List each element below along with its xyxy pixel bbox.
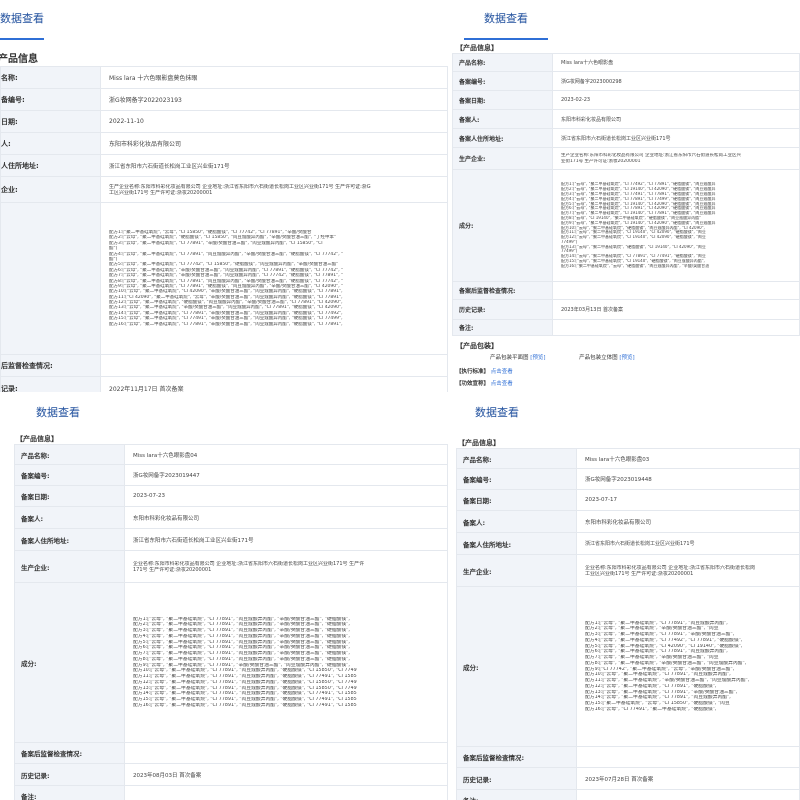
row-reg-date: 备案日期: 2023-07-17 <box>456 489 800 511</box>
row-filer-address: 备案人住所地址: 浙江省东阳市六石街道长松岗工业区兴业街171号 <box>14 528 448 551</box>
row-ingredients: 配方1:["聚二甲基硅氧烷", "云母", "CI 15850", "硬脂酸镁"… <box>0 202 448 355</box>
row-post-supervision: 备案后监督检查情况: <box>456 746 800 768</box>
row-producer: 生产企业: 企业名称:东阳市科彩化妆品有限公司 企业地址:浙江省东阳市六石街道长松… <box>456 554 800 587</box>
row-history: 历史记录: 2023年07月28日 首次备案 <box>456 767 800 790</box>
row-reg-date: 日期: 2022-11-10 <box>0 110 448 133</box>
row-reg-no: 备案编号: 浙G妆网备字2023000298 <box>452 71 800 91</box>
row-ingredients: 成分: 配方1:["云母", "聚二甲基硅氧烷", "CI 77891", "肉豆… <box>456 586 800 747</box>
formula-line: 配方16:["云母", "聚二甲基硅氧烷", "CI 77891", "肉豆蔻酸… <box>133 702 357 708</box>
row-producer: 企业: 生产企业名称:东阳市科彩化妆品有限公司 企业地址:浙江省东阳市六石街道长松… <box>0 176 448 203</box>
row-post-supervision: 备案后监督检查情况: <box>452 281 800 300</box>
row-filer-address: 备案人住所地址: 浙江省东阳市六石街道长松岗工业区兴业街171号 <box>452 128 800 148</box>
section-title: 【产品信息】 <box>456 44 498 52</box>
row-filer-address: 人住所地址: 浙江省东阳市六石街道长松岗工业区兴业街171号 <box>0 154 448 177</box>
section-title: 【产品信息】 <box>16 435 58 443</box>
row-reg-date: 备案日期: 2023-07-23 <box>14 485 448 507</box>
row-filer-address: 备案人住所地址: 浙江省东阳市六石街道长松岗工业区兴业街171号 <box>456 532 800 555</box>
package-stereo-preview-link[interactable]: [预览] <box>619 355 634 361</box>
package-images: 产品包装平面图 [预览] 产品包装立体图 [预览] <box>490 355 635 361</box>
row-product-name: 产品名称: Miss lara十六色眼影盘03 <box>456 448 800 469</box>
row-post-supervision: 后监督检查情况: <box>0 354 448 377</box>
formula-line: 配方16:["云母", "聚二甲基硅氧烷", "CI 77891", "辛酸/癸… <box>109 321 343 327</box>
data-view-tab[interactable]: 数据查看 <box>464 394 530 434</box>
record-panel-2: 数据查看 【产品信息】 产品名称: Miss lara十六色眼影盘 备案编号: 浙G… <box>450 0 800 392</box>
formula-line: 配方16:["聚二甲基硅氧烷", "云母", "硬脂酸镁", "肉豆蔻酸异丙酯"… <box>561 263 710 268</box>
row-note: 备注: <box>452 319 800 336</box>
row-history: 历史记录: 2023年08月03日 首次备案 <box>14 763 448 786</box>
row-filer: 人: 东阳市科彩化妆品有限公司 <box>0 132 448 155</box>
row-producer: 生产企业: 企业名称:东阳市科彩化妆品有限公司 企业地址:浙江省东阳市六石街道长松… <box>14 550 448 583</box>
row-reg-no: 备案编号: 浙G妆网备字2023019448 <box>456 468 800 490</box>
record-panel-1: 数据查看 产品信息 名称: Miss lara 十六色眼影盘莫色抹眼 备编号: 浙G… <box>0 0 448 392</box>
row-reg-no: 备案编号: 浙G妆网备字2023019447 <box>14 464 448 486</box>
row-filer: 备案人: 东阳市科彩化妆品有限公司 <box>456 510 800 533</box>
section-title: 【产品信息】 <box>458 439 500 447</box>
row-reg-no: 备编号: 浙G妆网备字2022023193 <box>0 88 448 111</box>
data-view-tab[interactable]: 数据查看 <box>464 0 548 40</box>
standard-view-link[interactable]: 点击查看 <box>491 369 513 375</box>
row-filer: 备案人: 东阳市科彩化妆品有限公司 <box>14 506 448 529</box>
row-post-supervision: 备案后监督检查情况: <box>14 742 448 764</box>
record-panel-4: 数据查看 【产品信息】 产品名称: Miss lara十六色眼影盘03 备案编号:… <box>450 394 800 800</box>
row-product-name: 产品名称: Miss lara十六色眼影盘 <box>452 53 800 72</box>
formula-line: 配方16:["云母", "CI 77491", "聚二甲基硅氧烷", "硬脂酸镁… <box>585 706 717 712</box>
row-history: 记录: 2022年11月17日 首次备案 <box>0 376 448 392</box>
efficacy-view-link[interactable]: 点击查看 <box>491 381 513 387</box>
section-title: 产品信息 <box>0 54 38 65</box>
data-view-tab[interactable]: 数据查看 <box>26 394 90 434</box>
data-view-tab[interactable]: 数据查看 <box>0 0 44 40</box>
row-history: 历史记录: 2023年03月13日 首次备案 <box>452 299 800 320</box>
record-panel-3: 数据查看 【产品信息】 产品名称: Miss lara十六色眼影盘04 备案编号:… <box>0 394 448 800</box>
package-section-title: 【产品包装】 <box>456 342 498 350</box>
row-ingredients: 成分: 配方1:["云母", "聚二甲基硅氧烷", "CI 77492", "CI… <box>452 169 800 282</box>
row-product-name: 产品名称: Miss lara十六色眼影盘04 <box>14 444 448 465</box>
row-note: 备注: <box>14 785 448 800</box>
row-filer: 备案人: 东阳市科彩化妆品有限公司 <box>452 109 800 129</box>
row-product-name: 名称: Miss lara 十六色眼影盘莫色抹眼 <box>0 66 448 89</box>
row-reg-date: 备案日期: 2023-02-23 <box>452 90 800 110</box>
package-plane-preview-link[interactable]: [预览] <box>530 355 545 361</box>
row-note: 备注: <box>456 789 800 800</box>
row-ingredients: 成分: 配方1:["云母", "聚二甲基硅氧烷", "CI 77891", "肉豆… <box>14 582 448 743</box>
standard-row: 【执行标准】 点击查看 <box>456 369 513 375</box>
row-producer: 生产企业: 生产企业名称:东阳市科彩化妆品有限公司 企业地址:浙江省东阳市六石街道… <box>452 147 800 170</box>
efficacy-row: 【功效宣称】 点击查看 <box>456 381 513 387</box>
